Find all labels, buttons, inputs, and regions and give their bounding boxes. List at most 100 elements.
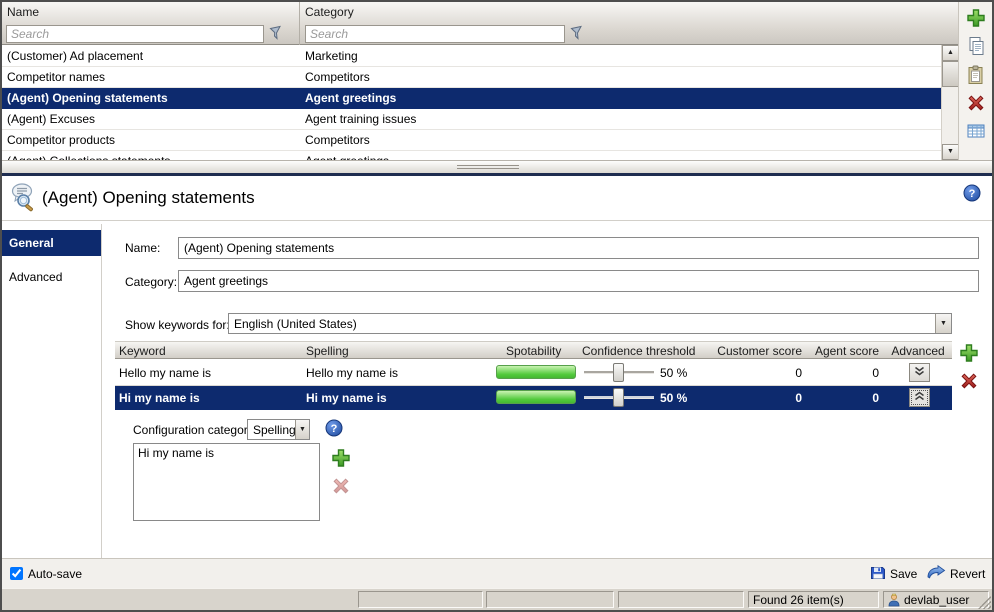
collapse-advanced-button[interactable] (909, 388, 930, 407)
col-agent-score[interactable]: Agent score (810, 344, 879, 358)
name-field[interactable] (178, 237, 979, 259)
keyword-row-selected[interactable]: Hi my name is Hi my name is 50 % 0 0 (115, 386, 952, 410)
name-search-input[interactable] (6, 25, 264, 43)
spelling-cell: Hello my name is (306, 366, 398, 380)
confidence-slider[interactable] (584, 371, 654, 374)
config-help-button[interactable]: ? (325, 419, 343, 437)
paste-button[interactable] (966, 65, 986, 85)
revert-button[interactable]: Revert (922, 563, 989, 585)
keyword-cell: Hi my name is (119, 391, 200, 405)
list-toolbar (958, 2, 992, 160)
status-bar: Found 26 item(s) devlab_user (2, 588, 992, 610)
delete-keyword-button[interactable] (959, 371, 979, 391)
spelling-cell: Hi my name is (306, 391, 387, 405)
grid-button[interactable] (966, 121, 986, 141)
delete-icon (959, 379, 979, 394)
list-scrollbar[interactable]: ▲ ▼ (941, 45, 958, 160)
chevron-double-down-icon (913, 365, 926, 380)
keywords-grid-header: Keyword Spelling Spotability Confidence … (115, 341, 952, 359)
name-filter-button[interactable] (267, 25, 285, 43)
help-button[interactable]: ? (963, 184, 981, 202)
svg-text:?: ? (331, 423, 338, 435)
add-button[interactable] (966, 8, 986, 28)
status-panel (486, 591, 614, 608)
autosave-label: Auto-save (28, 567, 82, 581)
row-name: Competitor names (7, 70, 105, 84)
chevron-down-icon[interactable]: ▼ (295, 420, 309, 439)
scrollbar-thumb[interactable] (942, 61, 959, 87)
name-field-label: Name: (125, 241, 160, 255)
confidence-slider[interactable] (584, 396, 654, 399)
tab-advanced[interactable]: Advanced (2, 264, 101, 290)
add-keyword-button[interactable] (959, 343, 979, 363)
col-spelling[interactable]: Spelling (306, 344, 349, 358)
config-category-select[interactable]: Spellings ▼ (247, 419, 310, 440)
add-spelling-button[interactable] (331, 448, 351, 468)
status-panel (618, 591, 744, 608)
col-confidence[interactable]: Confidence threshold (582, 344, 695, 358)
list-row[interactable]: Competitor names Competitors (2, 67, 941, 88)
category-field-label: Category: (125, 275, 177, 289)
list-row[interactable]: Competitor products Competitors (2, 130, 941, 151)
slider-thumb[interactable] (613, 388, 624, 407)
spelling-item[interactable]: Hi my name is (134, 444, 319, 462)
keyword-definitions-list: Name Category (Customer) Ad placement Ma… (2, 2, 958, 160)
user-icon (887, 593, 901, 610)
list-row-selected[interactable]: (Agent) Opening statements Agent greetin… (2, 88, 941, 109)
col-spotability[interactable]: Spotability (506, 344, 561, 358)
confidence-value: 50 % (660, 366, 687, 380)
grid-icon (966, 129, 986, 144)
language-select[interactable]: English (United States) ▼ (228, 313, 952, 334)
col-customer-score[interactable]: Customer score (702, 344, 802, 358)
row-name: (Agent) Excuses (7, 112, 95, 126)
tab-general[interactable]: General (2, 230, 101, 256)
delete-button[interactable] (966, 93, 986, 113)
splitter-grip (457, 168, 519, 169)
list-row[interactable]: (Agent) Excuses Agent training issues (2, 109, 941, 130)
save-button[interactable]: Save (866, 563, 921, 585)
col-keyword[interactable]: Keyword (119, 344, 166, 358)
agent-score-cell: 0 (810, 366, 879, 380)
category-field[interactable] (178, 270, 979, 292)
help-icon: ? (325, 425, 343, 440)
delete-icon (331, 484, 351, 499)
col-advanced[interactable]: Advanced (887, 344, 949, 358)
save-icon (870, 565, 886, 584)
language-label: Show keywords for: (125, 318, 230, 332)
column-header-category[interactable]: Category (305, 5, 354, 19)
chevron-down-icon[interactable]: ▼ (935, 314, 951, 333)
category-filter-button[interactable] (568, 25, 586, 43)
row-name: (Agent) Opening statements (7, 91, 168, 105)
delete-spelling-button[interactable] (331, 476, 351, 496)
status-panel (358, 591, 483, 608)
add-icon (966, 16, 986, 31)
scrollbar-up-icon[interactable]: ▲ (942, 45, 959, 61)
slider-thumb[interactable] (613, 363, 624, 382)
resize-grip[interactable] (978, 596, 991, 609)
add-icon (959, 351, 979, 366)
customer-score-cell: 0 (702, 366, 802, 380)
list-row[interactable]: (Agent) Collections statements Agent gre… (2, 151, 941, 160)
detail-separator (2, 220, 992, 221)
keyword-row[interactable]: Hello my name is Hello my name is 50 % 0… (115, 360, 952, 386)
list-row[interactable]: (Customer) Ad placement Marketing (2, 46, 941, 67)
config-category-label: Configuration category: (133, 423, 257, 437)
save-label: Save (890, 567, 917, 581)
revert-icon (926, 565, 946, 583)
splitter-grip (457, 165, 519, 166)
expand-advanced-button[interactable] (909, 363, 930, 382)
row-name: Competitor products (7, 133, 115, 147)
category-search-input[interactable] (305, 25, 565, 43)
column-header-name[interactable]: Name (7, 5, 39, 19)
row-category: Competitors (305, 133, 370, 147)
detail-title: (Agent) Opening statements (42, 188, 255, 208)
revert-label: Revert (950, 567, 985, 581)
copy-button[interactable] (966, 36, 986, 56)
horizontal-splitter[interactable] (2, 160, 992, 173)
help-icon: ? (963, 190, 981, 205)
confidence-value: 50 % (660, 391, 687, 405)
scrollbar-down-icon[interactable]: ▼ (942, 144, 959, 160)
autosave-checkbox[interactable] (10, 567, 23, 580)
row-category: Agent greetings (305, 91, 396, 105)
spellings-listbox[interactable]: Hi my name is (133, 443, 320, 521)
